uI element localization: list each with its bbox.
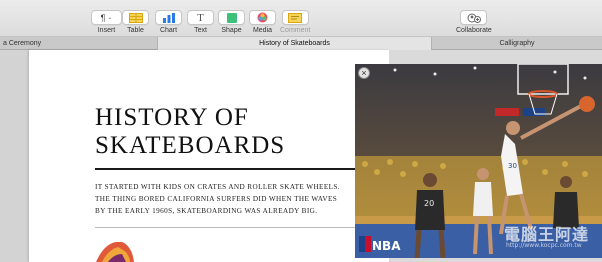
paragraph-icon: ¶ ⌄ bbox=[91, 10, 122, 25]
insert-button[interactable]: ¶ ⌄ Insert bbox=[91, 10, 122, 34]
table-label: Table bbox=[127, 27, 144, 34]
tab-history-of-skateboards[interactable]: History of Skateboards bbox=[157, 37, 431, 50]
document-title[interactable]: History of Skateboards bbox=[95, 104, 335, 160]
decorative-shape bbox=[96, 242, 134, 262]
text-label: Text bbox=[194, 27, 207, 34]
media-label: Media bbox=[252, 27, 273, 34]
title-line-2: Skateboards bbox=[95, 132, 286, 159]
body-divider bbox=[95, 227, 360, 228]
text-icon: T bbox=[187, 10, 214, 25]
collaborate-label: Collaborate bbox=[456, 27, 492, 34]
tab-ceremony[interactable]: a Ceremony bbox=[0, 37, 157, 50]
document-body[interactable]: It started with kids on crates and rolle… bbox=[95, 181, 365, 217]
body-line-2: The thing bored California surfers did w… bbox=[95, 195, 338, 203]
collaborate-button[interactable]: Collaborate bbox=[456, 10, 492, 34]
toolbar: ¶ ⌄ Insert Table Chart T Text Shape Media bbox=[0, 0, 602, 37]
table-icon bbox=[122, 10, 149, 25]
insert-label: Insert bbox=[97, 27, 116, 34]
chart-button[interactable]: Chart bbox=[155, 10, 182, 34]
body-line-3: by the early 1960s, skateboarding was al… bbox=[95, 207, 318, 215]
media-button[interactable]: Media bbox=[249, 10, 276, 34]
document-tab-bar: a Ceremony History of Skateboards Callig… bbox=[0, 37, 602, 50]
title-line-1: History of bbox=[95, 104, 249, 131]
comment-label: Comment bbox=[280, 27, 311, 34]
shape-button[interactable]: Shape bbox=[218, 10, 245, 34]
shape-label: Shape bbox=[221, 27, 242, 34]
close-icon[interactable]: × bbox=[358, 67, 370, 79]
comment-button[interactable]: Comment bbox=[280, 10, 310, 34]
tab-calligraphy[interactable]: Calligraphy bbox=[431, 37, 602, 50]
jersey-number-20: 20 bbox=[424, 199, 434, 208]
media-icon bbox=[249, 10, 276, 25]
jersey-number-30: 30 bbox=[508, 162, 517, 170]
chart-icon bbox=[155, 10, 182, 25]
nba-logo-text: NBA bbox=[372, 239, 401, 253]
title-divider bbox=[95, 168, 360, 170]
previous-page-edge bbox=[0, 50, 29, 262]
shape-icon bbox=[218, 10, 245, 25]
table-button[interactable]: Table bbox=[122, 10, 149, 34]
collaborate-icon bbox=[460, 10, 488, 25]
comment-icon bbox=[281, 10, 309, 25]
chart-label: Chart bbox=[159, 27, 178, 34]
watermark-url: http://www.kocpc.com.tw bbox=[506, 242, 582, 249]
text-button[interactable]: T Text bbox=[187, 10, 214, 34]
body-line-1: It started with kids on crates and rolle… bbox=[95, 183, 340, 191]
